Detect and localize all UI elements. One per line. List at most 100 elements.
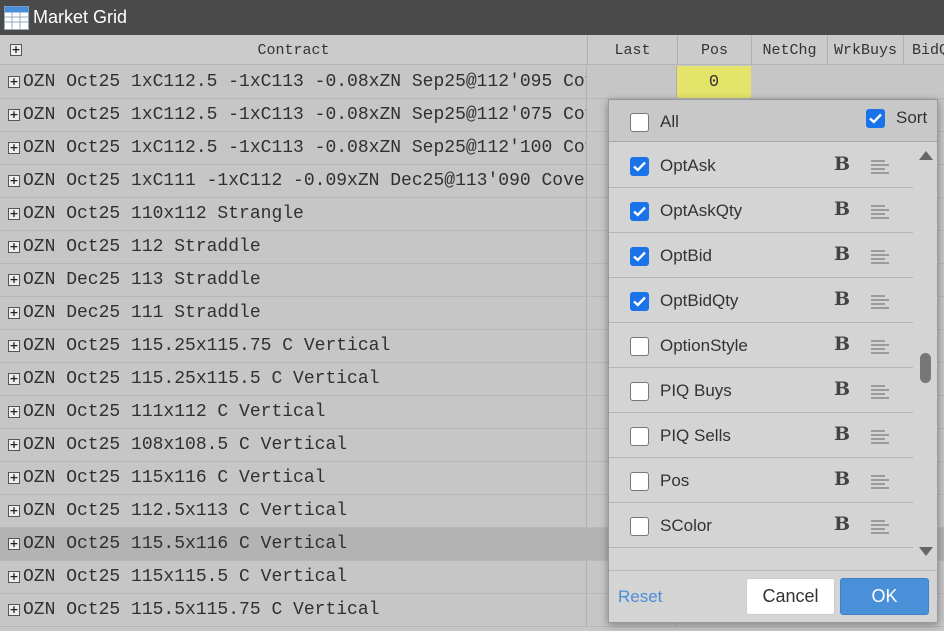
bold-icon[interactable]: B [834,378,850,400]
table-row[interactable]: + OZN Oct25 1xC112.5 -1xC113 -0.08xZN Sep… [0,66,944,99]
expand-row-icon[interactable]: + [8,472,20,484]
contract-cell[interactable]: + OZN Oct25 1xC112.5 -1xC113 -0.08xZN Sep… [0,66,587,98]
contract-cell[interactable]: + OZN Oct25 115.25x115.5 C Vertical [0,363,587,395]
column-checkbox[interactable] [630,202,649,221]
align-icon[interactable] [871,520,889,534]
contract-name: OZN Dec25 113 Straddle [23,270,261,290]
contract-cell[interactable]: + OZN Oct25 112 Straddle [0,231,587,263]
contract-cell[interactable]: + OZN Oct25 111x112 C Vertical [0,396,587,428]
contract-cell[interactable]: + OZN Oct25 112.5x113 C Vertical [0,495,587,527]
sort-label: Sort [896,108,928,127]
column-header-label: BidQ [912,41,944,59]
contract-name: OZN Oct25 115.5x115.75 C Vertical [23,600,380,620]
align-icon[interactable] [871,385,889,399]
align-icon[interactable] [871,475,889,489]
column-option-label: PIQ Buys [660,381,732,400]
expand-row-icon[interactable]: + [8,274,20,286]
column-checkbox[interactable] [630,472,649,491]
reset-link[interactable]: Reset [618,587,662,607]
expand-row-icon[interactable]: + [8,505,20,517]
column-option-label: OptAsk [660,156,716,175]
column-header-last[interactable]: Last [588,35,678,65]
expand-row-icon[interactable]: + [8,373,20,385]
column-header-netchg[interactable]: NetChg [752,35,828,65]
align-icon[interactable] [871,430,889,444]
expand-row-icon[interactable]: + [8,571,20,583]
expand-row-icon[interactable]: + [8,142,20,154]
scroll-thumb[interactable] [920,353,931,383]
contract-cell[interactable]: + OZN Oct25 1xC112.5 -1xC113 -0.08xZN Sep… [0,99,587,131]
align-icon[interactable] [871,340,889,354]
expand-all-icon[interactable]: + [10,44,22,56]
align-icon[interactable] [871,160,889,174]
align-icon[interactable] [871,250,889,264]
contract-cell[interactable]: + OZN Oct25 115.5x115.75 C Vertical [0,594,587,626]
column-header-label: Contract [257,41,330,59]
contract-cell[interactable]: + OZN Oct25 1xC111 -1xC112 -0.09xZN Dec25… [0,165,587,197]
column-header-label: WrkBuys [833,41,897,59]
bold-icon[interactable]: B [834,198,850,220]
pos-cell[interactable]: 0 [677,66,751,98]
scroll-up-arrow-icon[interactable] [919,151,933,160]
ok-button[interactable]: OK [840,578,929,615]
contract-cell[interactable]: + OZN Oct25 108x108.5 C Vertical [0,429,587,461]
bold-icon[interactable]: B [834,423,850,445]
cancel-button[interactable]: Cancel [746,578,835,615]
align-icon[interactable] [871,295,889,309]
column-option-label: OptBid [660,246,712,265]
expand-row-icon[interactable]: + [8,538,20,550]
column-checkbox[interactable] [630,292,649,311]
contract-name: OZN Oct25 108x108.5 C Vertical [23,435,348,455]
scroll-down-arrow-icon[interactable] [919,547,933,556]
column-option-optionstyle: OptionStyle B [609,323,913,368]
column-checkbox[interactable] [630,382,649,401]
contract-name: OZN Oct25 111x112 C Vertical [23,402,326,422]
column-checkbox[interactable] [630,517,649,536]
sort-checkbox[interactable] [866,109,885,128]
contract-cell[interactable]: + OZN Oct25 110x112 Strangle [0,198,587,230]
contract-cell[interactable]: + OZN Dec25 113 Straddle [0,264,587,296]
expand-row-icon[interactable]: + [8,109,20,121]
contract-cell[interactable]: + OZN Oct25 115.25x115.75 C Vertical [0,330,587,362]
select-all-checkbox[interactable] [630,113,649,132]
column-checkbox[interactable] [630,247,649,266]
contract-cell[interactable]: + OZN Oct25 115x116 C Vertical [0,462,587,494]
column-list-scrollbar[interactable] [915,143,937,570]
expand-row-icon[interactable]: + [8,241,20,253]
bold-icon[interactable]: B [834,468,850,490]
column-chooser-dialog: All Sort OptAsk B OptAskQty B OptBid B OptBidQ… [608,99,938,623]
bold-icon[interactable]: B [834,333,850,355]
column-checkbox[interactable] [630,157,649,176]
column-checkbox[interactable] [630,427,649,446]
bold-icon[interactable]: B [834,243,850,265]
expand-row-icon[interactable]: + [8,340,20,352]
align-icon[interactable] [871,205,889,219]
contract-cell[interactable]: + OZN Oct25 1xC112.5 -1xC113 -0.08xZN Sep… [0,132,587,164]
column-header-pos[interactable]: Pos [678,35,752,65]
column-option-optaskqty: OptAskQty B [609,188,913,233]
last-cell[interactable] [587,66,677,98]
expand-row-icon[interactable]: + [8,307,20,319]
column-checkbox[interactable] [630,337,649,356]
expand-row-icon[interactable]: + [8,439,20,451]
expand-row-icon[interactable]: + [8,76,20,88]
expand-row-icon[interactable]: + [8,604,20,616]
bold-icon[interactable]: B [834,513,850,535]
expand-row-icon[interactable]: + [8,208,20,220]
column-option-label: OptBidQty [660,291,739,310]
column-header-contract[interactable]: + Contract [0,35,588,65]
expand-row-icon[interactable]: + [8,175,20,187]
column-header-bidq[interactable]: BidQ [904,35,944,65]
bold-icon[interactable]: B [834,153,850,175]
contract-cell[interactable]: + OZN Oct25 115x115.5 C Vertical [0,561,587,593]
contract-name: OZN Oct25 112.5x113 C Vertical [23,501,348,521]
contract-cell[interactable]: + OZN Dec25 111 Straddle [0,297,587,329]
contract-name: OZN Oct25 1xC112.5 -1xC113 -0.08xZN Sep2… [23,138,587,158]
column-header-wrkbuys[interactable]: WrkBuys [828,35,904,65]
contract-cell[interactable]: + OZN Oct25 115.5x116 C Vertical [0,528,587,560]
grid-header-row: + Contract Last Pos NetChg WrkBuys BidQ [0,35,944,65]
bold-icon[interactable]: B [834,288,850,310]
row-remaining-cells [751,66,944,98]
expand-row-icon[interactable]: + [8,406,20,418]
contract-name: OZN Oct25 115.25x115.75 C Vertical [23,336,391,356]
